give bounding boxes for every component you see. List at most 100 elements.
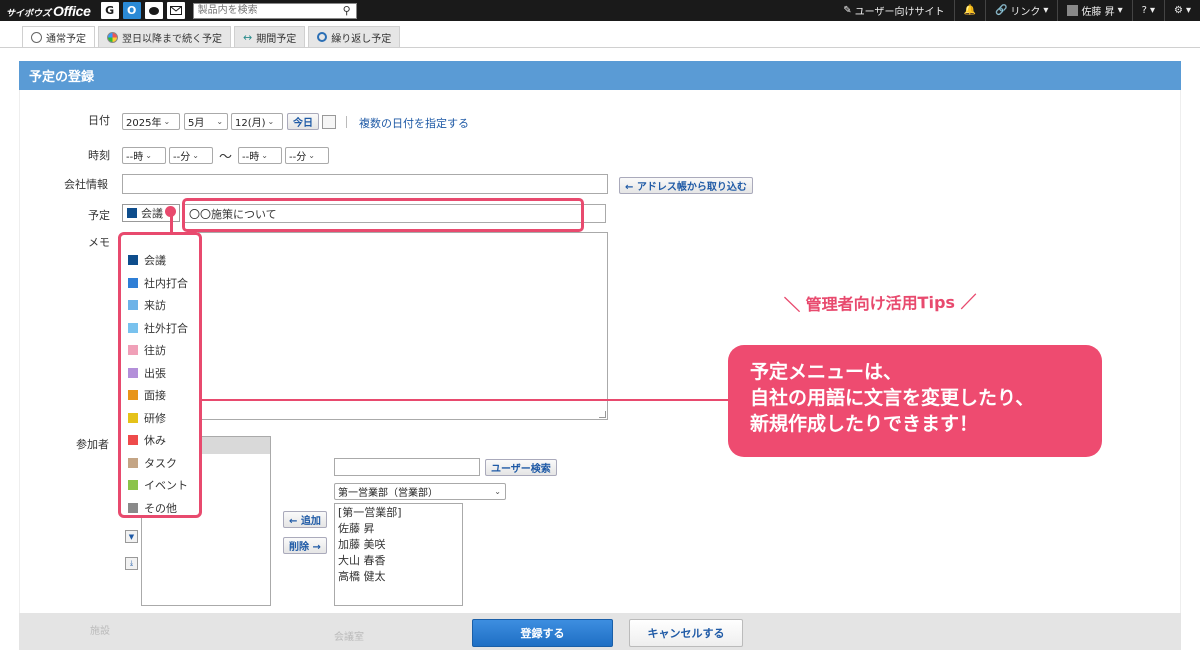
category-option[interactable]: 往訪 <box>121 339 199 362</box>
add-participant-button[interactable]: ← 追加 <box>283 511 327 528</box>
chevron-down-icon: ▾ <box>1043 5 1049 16</box>
submit-button[interactable]: 登録する <box>472 619 613 647</box>
chevron-down-icon: ⌄ <box>267 117 275 126</box>
tab-period[interactable]: ↔ 期間予定 <box>234 26 306 47</box>
notification-bell-icon[interactable]: 🔔 <box>953 0 985 21</box>
gear-icon: ⚙ <box>1174 5 1183 16</box>
category-color-swatch <box>128 412 138 423</box>
chevron-down-icon: ▾ <box>1117 5 1123 16</box>
chain-icon: 🔗 <box>994 5 1008 16</box>
chevron-down-icon: ⌄ <box>216 117 224 126</box>
company-input[interactable] <box>122 174 608 194</box>
logo[interactable]: サイボウズ Office <box>6 3 91 19</box>
list-item[interactable]: 大山 春香 <box>335 553 462 569</box>
month-select[interactable]: 5月 ⌄ <box>184 113 228 130</box>
multi-date-link[interactable]: 複数の日付を指定する <box>359 115 469 131</box>
office-app-icon[interactable]: O <box>122 2 141 19</box>
category-dropdown-list: 会議 社内打合 来訪 社外打合 往訪 出張 面接 研修 休み タスク イベント … <box>118 232 202 518</box>
schedule-label: 予定 <box>88 209 110 222</box>
chevron-down-icon: ⌄ <box>494 487 501 496</box>
tips-heading: ＼ 管理者向け活用Tips ／ <box>783 292 977 315</box>
page-title: 予定の登録 <box>19 61 1181 90</box>
category-color-swatch <box>127 208 137 218</box>
cancel-button[interactable]: キャンセルする <box>629 619 743 647</box>
day-select[interactable]: 12(月) ⌄ <box>231 113 283 130</box>
tab-normal[interactable]: 通常予定 <box>22 26 95 47</box>
category-option[interactable]: 研修 <box>121 407 199 430</box>
facility-select: 会議室 <box>334 632 364 643</box>
tabs-divider <box>0 47 1200 48</box>
global-search: ⚲ <box>192 2 357 19</box>
category-color-swatch <box>128 480 138 491</box>
avatar <box>1067 5 1079 16</box>
chevron-down-icon: ⌄ <box>163 117 171 126</box>
search-input[interactable] <box>193 3 338 18</box>
annotation-connector <box>170 210 173 232</box>
category-color-swatch <box>128 457 138 468</box>
today-button[interactable]: 今日 <box>287 113 319 130</box>
category-color-swatch <box>128 277 138 288</box>
list-item[interactable]: 佐藤 昇 <box>335 521 462 537</box>
tab-repeat[interactable]: 繰り返し予定 <box>308 26 401 47</box>
date-label: 日付 <box>88 114 110 127</box>
category-color-swatch <box>128 390 138 401</box>
list-item[interactable]: [第一営業部] <box>335 505 462 521</box>
tool-icon: ✎ <box>843 5 852 16</box>
category-option[interactable]: 休み <box>121 429 199 452</box>
repeat-icon <box>317 32 328 42</box>
category-option[interactable]: 社外打合 <box>121 317 199 340</box>
user-site-link[interactable]: ✎ ユーザー向けサイト <box>834 0 953 21</box>
memo-textarea[interactable] <box>198 232 608 420</box>
time-label: 時刻 <box>88 149 110 162</box>
search-icon[interactable]: ⚲ <box>338 4 356 17</box>
user-search-button[interactable]: ユーザー検索 <box>485 459 557 476</box>
list-item[interactable]: 高橋 健太 <box>335 569 462 585</box>
kintone-app-icon[interactable] <box>144 2 163 19</box>
category-color-swatch <box>128 502 138 513</box>
category-option[interactable]: イベント <box>121 474 199 497</box>
chevron-down-icon: ⌄ <box>261 151 268 160</box>
mail-app-icon[interactable] <box>166 2 185 19</box>
resize-grip-icon[interactable] <box>599 411 606 418</box>
company-label: 会社情報 <box>64 178 108 191</box>
candidate-users-list[interactable]: [第一営業部] 佐藤 昇 加藤 美咲 大山 春香 高橋 健太 <box>334 503 463 606</box>
category-option[interactable]: 会議 <box>121 249 199 272</box>
help-menu[interactable]: ? ▾ <box>1131 0 1164 21</box>
user-menu[interactable]: 佐藤 昇 ▾ <box>1057 0 1131 21</box>
garoon-app-icon[interactable]: G <box>100 2 119 19</box>
memo-label: メモ <box>88 236 110 249</box>
category-color-swatch <box>128 322 138 333</box>
category-color-swatch <box>128 367 138 378</box>
category-option[interactable]: その他 <box>121 497 199 520</box>
app-switcher: G O <box>100 2 185 19</box>
remove-participant-button[interactable]: 削除 → <box>283 537 327 554</box>
category-option[interactable]: 面接 <box>121 384 199 407</box>
address-book-button[interactable]: ← アドレス帳から取り込む <box>619 177 753 194</box>
start-hour-select[interactable]: --時 ⌄ <box>122 147 166 164</box>
double-arrow-icon: ↔ <box>243 30 253 44</box>
divider <box>346 116 347 128</box>
help-icon: ? <box>1141 5 1147 16</box>
tab-multi-day[interactable]: 翌日以降まで続く予定 <box>98 26 231 47</box>
chevron-down-icon: ⌄ <box>308 151 315 160</box>
category-option[interactable]: 社内打合 <box>121 272 199 295</box>
settings-menu[interactable]: ⚙ ▾ <box>1164 0 1200 21</box>
calendar-icon[interactable] <box>322 115 336 129</box>
end-minute-select[interactable]: --分 ⌄ <box>285 147 329 164</box>
chevron-down-icon: ⌄ <box>192 151 199 160</box>
move-down-button[interactable]: ▼ <box>125 530 138 543</box>
end-hour-select[interactable]: --時 ⌄ <box>238 147 282 164</box>
category-option[interactable]: 出張 <box>121 362 199 385</box>
list-item[interactable]: 加藤 美咲 <box>335 537 462 553</box>
year-select[interactable]: 2025年 ⌄ <box>122 113 180 130</box>
group-select[interactable]: 第一営業部（営業部） ⌄ <box>334 483 506 500</box>
category-color-swatch <box>128 345 138 356</box>
category-option[interactable]: 来訪 <box>121 294 199 317</box>
participants-label: 参加者 <box>76 438 109 451</box>
category-option[interactable]: タスク <box>121 452 199 475</box>
move-bottom-button[interactable]: ⤓ <box>125 557 138 570</box>
start-minute-select[interactable]: --分 ⌄ <box>169 147 213 164</box>
user-search-input[interactable] <box>334 458 480 476</box>
link-menu[interactable]: 🔗 リンク ▾ <box>984 0 1057 21</box>
clock-icon <box>31 31 42 43</box>
